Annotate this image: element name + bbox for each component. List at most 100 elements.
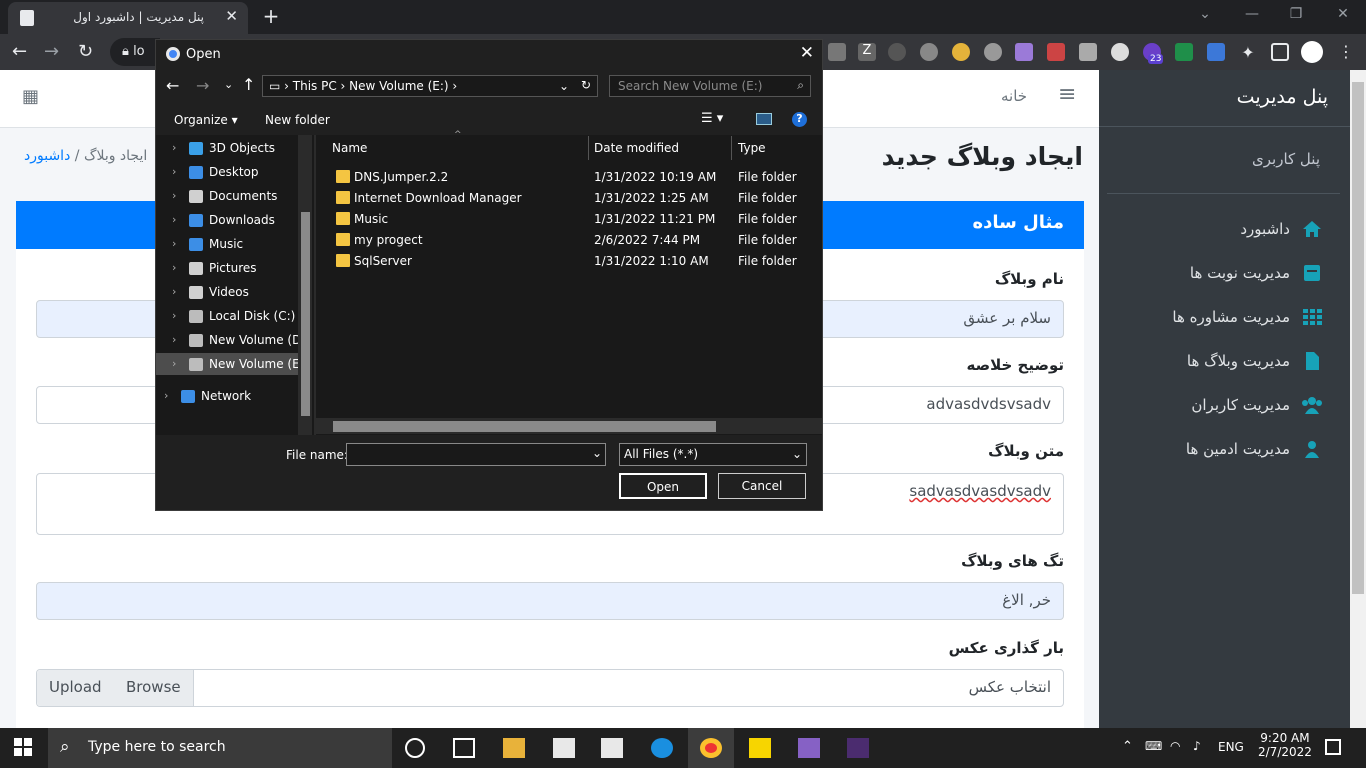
path-dropdown-chevron-icon[interactable]: ⌄ — [559, 79, 569, 93]
expand-chevron-icon[interactable]: › — [172, 357, 176, 370]
file-row[interactable]: Internet Download Manager 1/31/2022 1:25 … — [332, 188, 810, 209]
task-view-icon[interactable] — [453, 738, 475, 758]
taskbar-search-box[interactable]: ⌕ Type here to search — [48, 728, 392, 768]
edge-icon[interactable] — [651, 738, 673, 758]
tree-item[interactable]: › Music — [156, 233, 298, 255]
tree-item[interactable]: › Pictures — [156, 257, 298, 279]
path-segment[interactable]: This PC — [293, 79, 337, 93]
store-icon[interactable] — [553, 738, 575, 758]
file-row[interactable]: SqlServer 1/31/2022 1:10 AM File folder — [332, 251, 810, 272]
tree-scrollbar-thumb[interactable] — [301, 212, 310, 416]
sidebar-item-appointments[interactable]: مدیریت نوبت ها — [1190, 264, 1322, 282]
open-button[interactable]: Open — [619, 473, 707, 499]
chrome-icon[interactable] — [700, 738, 722, 758]
forward-arrow-icon[interactable]: → — [44, 41, 59, 62]
column-header-name[interactable]: Name — [332, 141, 367, 155]
ext-icon-8[interactable] — [1047, 43, 1065, 61]
expand-chevron-icon[interactable]: › — [172, 285, 176, 298]
back-arrow-icon[interactable]: ← — [12, 41, 27, 62]
tree-item[interactable]: › New Volume (E:) — [156, 353, 298, 375]
view-options-icon[interactable]: ☰ ▾ — [701, 111, 723, 126]
ext-icon-9[interactable] — [1079, 43, 1097, 61]
expand-chevron-icon[interactable]: › — [172, 213, 176, 226]
language-indicator[interactable]: ENG — [1218, 740, 1244, 754]
dialog-close-icon[interactable]: ✕ — [800, 43, 814, 63]
expand-chevron-icon[interactable]: › — [172, 141, 176, 154]
column-divider[interactable] — [588, 136, 589, 160]
apps-grid-icon[interactable]: ▦ — [22, 86, 39, 107]
extensions-puzzle-icon[interactable]: ✦ — [1239, 43, 1257, 62]
upload-button[interactable]: Upload — [37, 670, 115, 706]
path-segment[interactable]: New Volume (E:) — [349, 79, 448, 93]
up-arrow-icon[interactable]: ↑ — [242, 75, 255, 94]
reload-icon[interactable]: ↻ — [78, 41, 93, 62]
image-file-input[interactable]: Upload Browse انتخاب عکس — [36, 669, 1064, 707]
wifi-icon[interactable]: ◠ — [1170, 739, 1180, 753]
sidebar-item-blogs[interactable]: مدیریت وبلاگ ها — [1187, 352, 1322, 370]
omnibox[interactable]: 🔒︎ lo — [110, 38, 160, 66]
file-list-hscroll-thumb[interactable] — [333, 421, 716, 432]
browse-button[interactable]: Browse — [114, 670, 194, 706]
notifications-icon[interactable] — [1325, 739, 1341, 755]
user-panel-link[interactable]: پنل کاربری — [1252, 150, 1320, 168]
tree-item[interactable]: › 3D Objects — [156, 137, 298, 159]
expand-chevron-icon[interactable]: › — [172, 333, 176, 346]
side-panel-icon[interactable] — [1271, 43, 1289, 61]
ext-icon-3[interactable] — [888, 43, 906, 61]
filetype-select[interactable]: All Files (*.*) ⌄ — [619, 443, 807, 466]
expand-chevron-icon[interactable]: › — [172, 237, 176, 250]
tree-item[interactable]: › New Volume (D:) — [156, 329, 298, 351]
organize-menu[interactable]: Organize ▾ — [174, 113, 238, 127]
more-menu-icon[interactable]: ⋮ — [1338, 42, 1354, 61]
mail-ext-icon[interactable] — [828, 43, 846, 61]
ext-icon-6[interactable] — [984, 43, 1002, 61]
maximize-button[interactable]: ❐ — [1284, 6, 1308, 26]
new-folder-button[interactable]: New folder — [265, 113, 330, 127]
column-divider[interactable] — [731, 136, 732, 160]
mail-icon[interactable] — [601, 738, 623, 758]
dialog-search-input[interactable]: Search New Volume (E:) ⌕ — [609, 75, 811, 97]
keyboard-icon[interactable]: ⌨︎ — [1145, 739, 1162, 753]
expand-chevron-icon[interactable]: › — [172, 309, 176, 322]
page-scrollbar-thumb[interactable] — [1352, 82, 1364, 594]
refresh-icon[interactable]: ↻ — [581, 78, 591, 92]
home-link[interactable]: خانه — [1001, 87, 1027, 105]
tree-item[interactable]: › Downloads — [156, 209, 298, 231]
breadcrumb-home-link[interactable]: داشبورد — [24, 148, 70, 164]
forward-arrow-icon[interactable]: → — [196, 76, 209, 95]
expand-chevron-icon[interactable]: › — [172, 165, 176, 178]
back-arrow-icon[interactable]: ← — [166, 76, 179, 95]
volume-icon[interactable]: ♪ — [1193, 739, 1201, 753]
globe-ext-icon[interactable] — [920, 43, 938, 61]
tab-close-icon[interactable]: ✕ — [225, 7, 238, 25]
profile-avatar[interactable] — [1301, 41, 1323, 63]
sidebar-item-dashboard[interactable]: داشبورد — [1240, 220, 1322, 238]
file-row[interactable]: DNS.Jumper.2.2 1/31/2022 10:19 AM File fol… — [332, 167, 810, 188]
terminal-icon[interactable] — [847, 738, 869, 758]
ext-icon-5[interactable] — [952, 43, 970, 61]
tree-item[interactable]: › Local Disk (C:) — [156, 305, 298, 327]
column-header-date[interactable]: Date modified — [594, 141, 679, 155]
file-row[interactable]: my progect 2/6/2022 7:44 PM File folder — [332, 230, 810, 251]
ext-icon-10[interactable] — [1111, 43, 1129, 61]
file-explorer-icon[interactable] — [503, 738, 525, 758]
translate-ext-icon[interactable] — [1207, 43, 1225, 61]
cortana-icon[interactable] — [405, 738, 425, 758]
minimize-button[interactable]: — — [1240, 6, 1264, 26]
sidebar-item-consultations[interactable]: مدیریت مشاوره ها — [1172, 308, 1322, 326]
tree-item[interactable]: › Network — [156, 385, 298, 407]
new-tab-button[interactable]: + — [260, 4, 282, 28]
windows-start-icon[interactable] — [14, 738, 32, 756]
cancel-button[interactable]: Cancel — [718, 473, 806, 499]
filename-input[interactable] — [346, 443, 606, 466]
file-row[interactable]: Music 1/31/2022 11:21 PM File folder — [332, 209, 810, 230]
hamburger-menu-icon[interactable]: ≡ — [1058, 82, 1076, 107]
excel-ext-icon[interactable] — [1175, 43, 1193, 61]
expand-chevron-icon[interactable]: › — [172, 189, 176, 202]
sidebar-item-users[interactable]: مدیریت کاربران — [1191, 396, 1322, 414]
recent-chevron-icon[interactable]: ⌄ — [224, 78, 233, 91]
tree-item[interactable]: › Desktop — [156, 161, 298, 183]
column-header-type[interactable]: Type — [738, 141, 766, 155]
taskbar-clock[interactable]: 9:20 AM 2/7/2022 — [1258, 731, 1312, 759]
tray-chevron-icon[interactable]: ⌃ — [1122, 739, 1133, 754]
